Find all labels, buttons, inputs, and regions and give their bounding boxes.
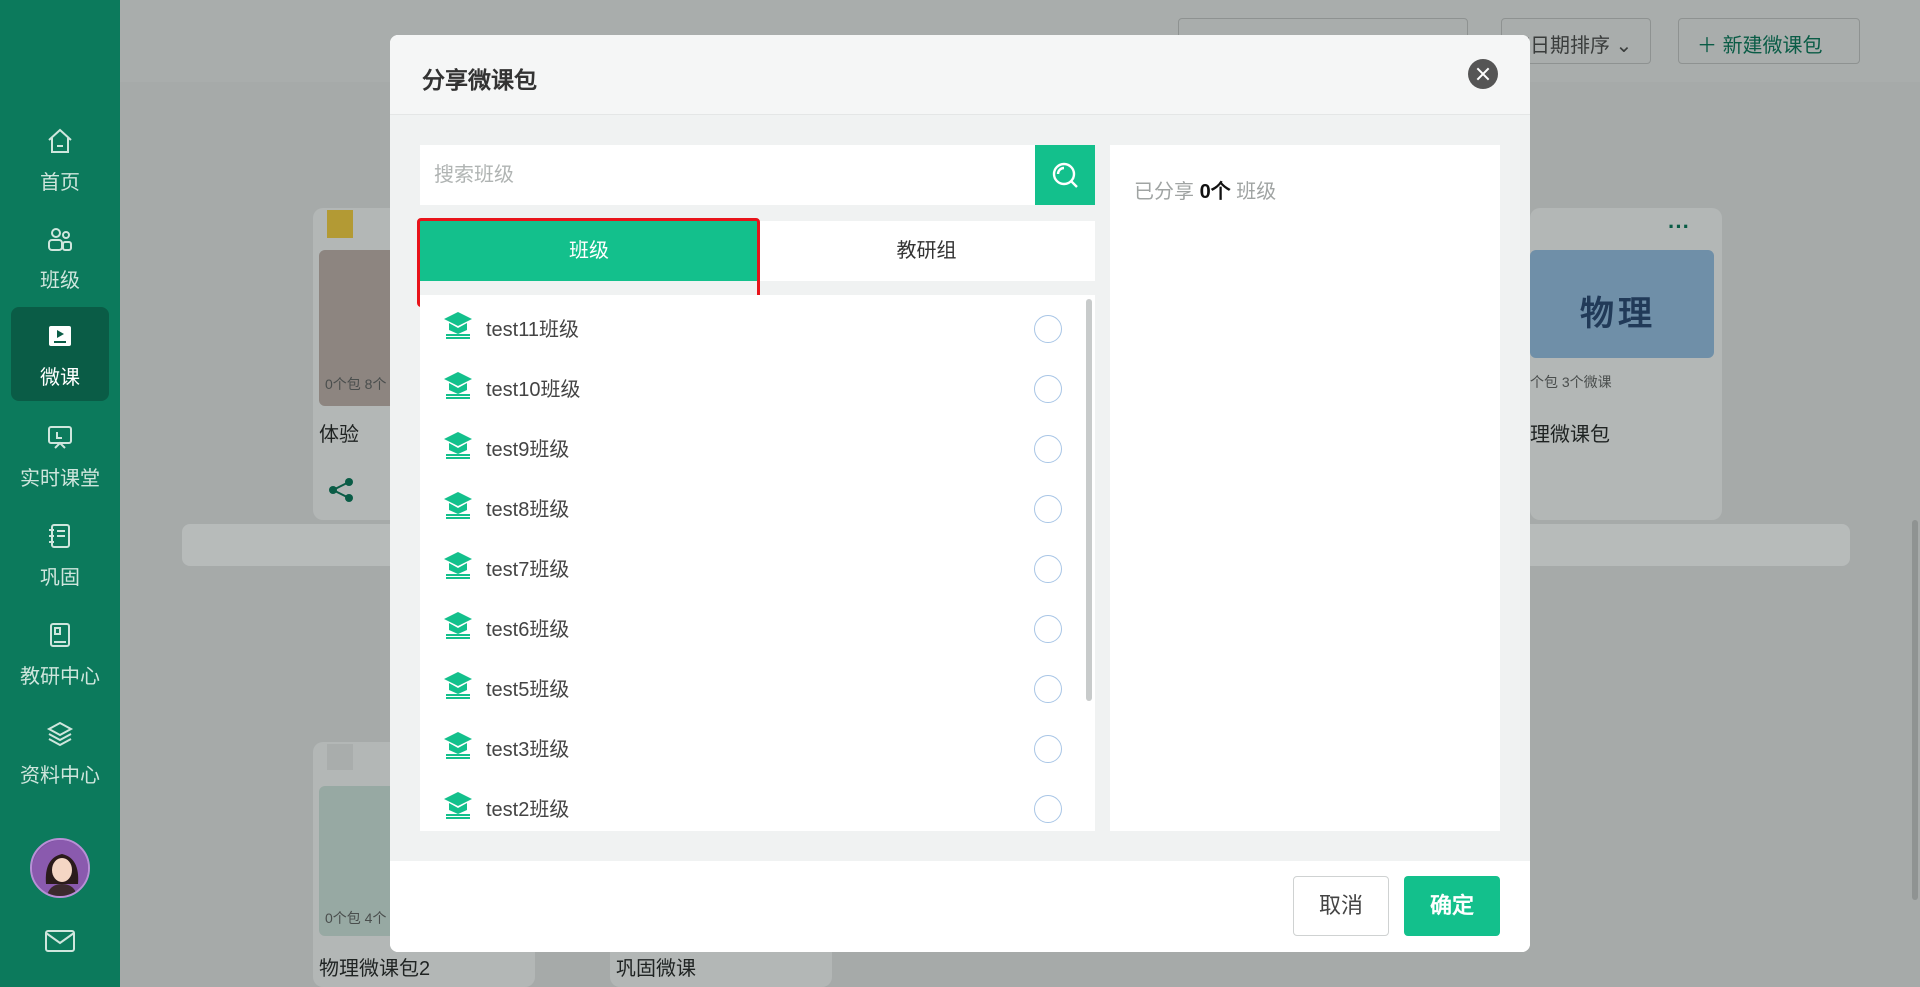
share-target-tabs: 班级 教研组 <box>420 221 1095 281</box>
screen-icon <box>48 426 72 449</box>
class-select-radio[interactable] <box>1034 375 1062 403</box>
card-title: 体验 <box>319 424 359 446</box>
class-list-item[interactable]: test7班级 <box>420 535 1070 595</box>
cancel-button[interactable]: 取消 <box>1293 876 1389 936</box>
class-list-item[interactable]: test3班级 <box>420 715 1070 775</box>
package-card[interactable]: ··· 物理 个包 3个微课 理微课包 <box>1530 208 1722 520</box>
dialog-footer: 取消 确定 <box>390 861 1530 952</box>
new-package-button[interactable]: ＋ 新建微课包 <box>1678 18 1860 64</box>
card-thumbnail: 物理 <box>1530 250 1714 358</box>
card-meta: 个包 3个微课 <box>1530 374 1612 390</box>
class-list: test11班级 test10班级 test9班级 test8班级 test7班级 tes… <box>420 295 1095 831</box>
class-list-scrollbar[interactable] <box>1086 299 1092 701</box>
shared-summary: 已分享 0个 班级 <box>1134 175 1276 204</box>
class-select-radio[interactable] <box>1034 495 1062 523</box>
notebook-icon <box>49 524 70 548</box>
sidebar-item-live-class[interactable]: 实时课堂 <box>11 408 109 502</box>
graduation-cap-icon <box>444 612 472 639</box>
class-search-input[interactable] <box>420 145 1036 205</box>
sidebar-item-microlessons[interactable]: 微课 <box>11 307 109 401</box>
search-button[interactable] <box>1035 145 1095 205</box>
sidebar-item-label: 资料中心 <box>20 765 100 787</box>
sidebar-item-research-center[interactable]: 教研中心 <box>11 606 109 700</box>
class-list-item[interactable]: test9班级 <box>420 415 1070 475</box>
class-list-item[interactable]: test11班级 <box>420 295 1070 355</box>
home-icon <box>48 128 72 153</box>
sidebar-item-label: 班级 <box>40 270 80 292</box>
class-select-radio[interactable] <box>1034 675 1062 703</box>
sidebar-item-consolidate[interactable]: 巩固 <box>11 507 109 601</box>
class-select-radio[interactable] <box>1034 615 1062 643</box>
class-name: test2班级 <box>486 799 570 821</box>
class-select-radio[interactable] <box>1034 435 1062 463</box>
search-icon <box>1052 162 1078 188</box>
graduation-cap-icon <box>444 492 472 519</box>
class-list-item[interactable]: test10班级 <box>420 355 1070 415</box>
shared-count: 0个 <box>1199 181 1231 203</box>
dialog-body: 班级 教研组 test11班级test10班级test9班级test8班级tes… <box>390 115 1530 861</box>
avatar[interactable] <box>30 838 90 898</box>
card-title: 理微课包 <box>1530 424 1610 446</box>
dialog-title: 分享微课包 <box>422 67 537 93</box>
more-icon[interactable]: ··· <box>1668 214 1690 240</box>
shared-suffix: 班级 <box>1236 181 1277 203</box>
class-select-radio[interactable] <box>1034 795 1062 823</box>
graduation-cap-icon <box>444 792 472 819</box>
sidebar-item-home[interactable]: 首页 <box>11 112 109 206</box>
class-name: test8班级 <box>486 499 570 521</box>
close-icon[interactable] <box>1468 59 1498 89</box>
card-meta: 0个包 4个 <box>325 910 387 926</box>
class-name: test9班级 <box>486 439 570 461</box>
card-meta: 0个包 8个 <box>325 376 387 392</box>
class-select-radio[interactable] <box>1034 315 1062 343</box>
sidebar-item-label: 教研中心 <box>20 666 100 688</box>
share-dialog: 分享微课包 班级 教研组 test11班级test10班级test9班级test… <box>390 35 1530 952</box>
class-list-item[interactable]: test8班级 <box>420 475 1070 535</box>
dialog-header: 分享微课包 <box>390 35 1530 115</box>
class-name: test6班级 <box>486 619 570 641</box>
class-list-item[interactable]: test2班级 <box>420 775 1070 831</box>
card-title: 巩固微课 <box>616 958 696 980</box>
sidebar-item-label: 巩固 <box>40 567 80 589</box>
graduation-cap-icon <box>444 732 472 759</box>
class-search-box <box>420 145 1036 205</box>
new-package-label: 新建微课包 <box>1722 35 1823 57</box>
graduation-cap-icon <box>444 372 472 399</box>
class-list-item[interactable]: test5班级 <box>420 655 1070 715</box>
graduation-cap-icon <box>444 672 472 699</box>
sidebar-item-label: 首页 <box>40 172 80 194</box>
share-icon[interactable] <box>327 476 355 504</box>
class-name: test5班级 <box>486 679 570 701</box>
class-select-radio[interactable] <box>1034 555 1062 583</box>
graduation-cap-icon <box>444 312 472 339</box>
bookmark-icon <box>327 744 353 770</box>
sidebar-item-classes[interactable]: 班级 <box>11 210 109 304</box>
tab-research-groups[interactable]: 教研组 <box>758 221 1095 281</box>
class-name: test10班级 <box>486 379 581 401</box>
page-scrollbar[interactable] <box>1912 520 1918 900</box>
confirm-button[interactable]: 确定 <box>1404 876 1500 936</box>
class-name: test7班级 <box>486 559 570 581</box>
users-icon <box>48 228 72 251</box>
mail-icon[interactable] <box>43 926 77 956</box>
bookmark-icon <box>327 210 353 238</box>
class-list-item[interactable]: test6班级 <box>420 595 1070 655</box>
tab-classes[interactable]: 班级 <box>420 221 758 281</box>
shared-panel: 已分享 0个 班级 <box>1110 145 1500 831</box>
sidebar-item-resource-center[interactable]: 资料中心 <box>11 705 109 799</box>
sidebar-item-label: 实时课堂 <box>20 468 100 490</box>
shared-prefix: 已分享 <box>1134 181 1194 203</box>
book-cover-title: 物理 <box>1580 295 1656 333</box>
book-icon <box>50 623 70 647</box>
graduation-cap-icon <box>444 432 472 459</box>
video-icon <box>49 326 71 346</box>
sidebar: 首页 班级 微课 实时课堂 巩固 教研中心 资料中心 <box>0 0 120 987</box>
class-select-radio[interactable] <box>1034 735 1062 763</box>
layers-icon <box>46 721 74 747</box>
class-name: test11班级 <box>486 319 579 341</box>
graduation-cap-icon <box>444 552 472 579</box>
class-name: test3班级 <box>486 739 570 761</box>
card-title: 物理微课包2 <box>319 958 431 980</box>
sidebar-item-label: 微课 <box>40 367 80 389</box>
